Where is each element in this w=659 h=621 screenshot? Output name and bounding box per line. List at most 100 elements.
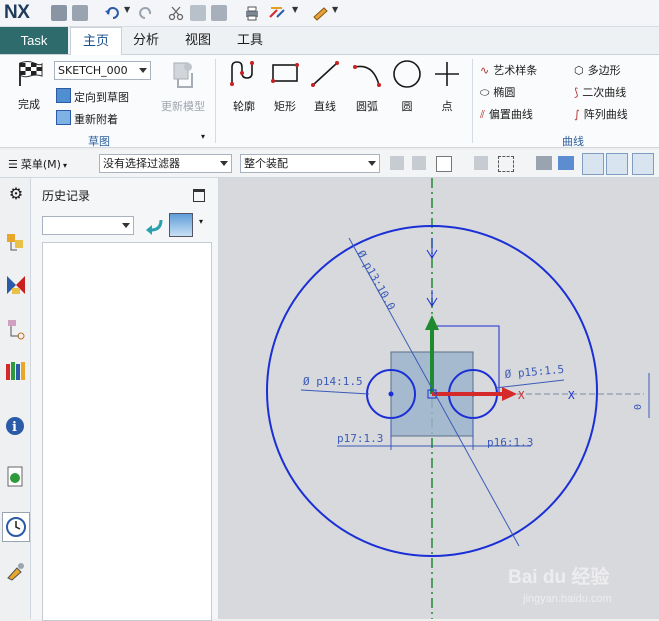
history-tab[interactable] xyxy=(2,512,30,542)
tab-task[interactable]: Task xyxy=(0,27,68,54)
update-model-button[interactable]: 更新模型 xyxy=(158,59,208,114)
chevron-down-icon xyxy=(220,161,228,166)
hide-icon[interactable] xyxy=(536,156,552,170)
undo-arrow-icon[interactable] xyxy=(143,216,165,239)
selection-scope-select[interactable]: 整个装配 xyxy=(240,154,380,173)
profile-button[interactable]: 轮廓 xyxy=(224,59,264,114)
save-all-icon[interactable] xyxy=(72,5,88,21)
sketch-canvas[interactable]: X X Ø p13:10.0 Ø p14:1.5 Ø p15:1.5 p17:1… xyxy=(219,178,659,619)
chevron-down-icon xyxy=(122,223,130,228)
touch-mode-icon[interactable] xyxy=(312,5,328,21)
role-icon[interactable] xyxy=(5,560,27,582)
ribbon-separator xyxy=(472,59,473,143)
reattach-label: 重新附着 xyxy=(74,113,118,126)
rectangle-label: 矩形 xyxy=(274,100,296,113)
gear-icon[interactable]: ⚙ xyxy=(5,184,27,206)
repeat-dropdown-icon[interactable]: ▼ xyxy=(292,5,308,21)
reattach-icon xyxy=(56,110,71,125)
show-icon[interactable] xyxy=(558,156,574,170)
type-filter-value: 没有选择过滤器 xyxy=(103,157,180,170)
redo-icon[interactable] xyxy=(138,5,154,21)
studio-spline-button[interactable]: ∿ 艺术样条 xyxy=(480,62,537,78)
line-button[interactable]: 直线 xyxy=(306,59,344,114)
arc-button[interactable]: 圆弧 xyxy=(348,59,386,114)
conic-icon: ⟆ xyxy=(574,86,579,99)
customize-qat-icon[interactable]: ▼ xyxy=(332,5,348,21)
save-icon[interactable] xyxy=(51,5,67,21)
snap-point-on-curve-icon[interactable] xyxy=(606,153,628,175)
selection-intent-icon[interactable] xyxy=(436,156,452,172)
rectangle-select-icon[interactable] xyxy=(498,156,514,172)
offset-curve-button[interactable]: ⫽ 偏置曲线 xyxy=(480,106,533,122)
orient-to-sketch-button[interactable]: 定向到草图 xyxy=(56,88,129,105)
info-icon[interactable]: i xyxy=(5,414,27,436)
sketch-name-select[interactable]: SKETCH_000 xyxy=(54,61,151,80)
constraint-navigator-icon[interactable] xyxy=(5,274,27,296)
update-model-label: 更新模型 xyxy=(161,100,205,113)
lasso-icon[interactable] xyxy=(474,156,488,170)
menu-button[interactable]: ☰ 菜单(M) ▾ xyxy=(8,156,67,172)
polygon-label: 多边形 xyxy=(587,64,621,77)
dimension-p17[interactable]: p17:1.3 xyxy=(337,432,383,445)
maximize-icon[interactable] xyxy=(193,189,205,202)
conic-button[interactable]: ⟆ 二次曲线 xyxy=(574,84,626,100)
tab-home[interactable]: 主页 xyxy=(70,27,122,55)
history-panel: 历史记录 ▾ xyxy=(31,178,219,621)
menu-icon: ☰ xyxy=(8,158,18,171)
type-filter-select[interactable]: 没有选择过滤器 xyxy=(99,154,232,173)
baidu-watermark: Bai du 经验 jingyan.baidu.com xyxy=(508,565,612,605)
chevron-down-icon xyxy=(368,161,376,166)
dimension-p16[interactable]: p16:1.3 xyxy=(487,436,533,449)
sketch-group-more-icon[interactable]: ▾ xyxy=(201,132,205,141)
snap-endpoint-icon[interactable] xyxy=(582,153,604,175)
repeat-command-icon[interactable] xyxy=(268,5,285,21)
clock-icon xyxy=(5,516,27,541)
ellipse-label: 椭圆 xyxy=(493,86,516,99)
pattern-curve-button[interactable]: ∫ 阵列曲线 xyxy=(574,106,628,122)
ellipse-button[interactable]: ⬭ 椭圆 xyxy=(480,84,515,100)
assembly-navigator-icon[interactable] xyxy=(5,230,27,252)
circle-button[interactable]: 圆 xyxy=(388,59,426,114)
line-icon xyxy=(306,59,344,92)
filter-settings-icon[interactable] xyxy=(412,156,426,170)
point-icon xyxy=(428,59,466,92)
nx-logo: NX xyxy=(4,2,30,23)
ellipse-icon: ⬭ xyxy=(480,86,490,99)
reattach-button[interactable]: 重新附着 xyxy=(56,110,118,127)
polygon-button[interactable]: ⬡ 多边形 xyxy=(574,62,621,78)
print-icon[interactable] xyxy=(244,5,260,21)
history-filter-select[interactable] xyxy=(42,216,134,235)
watermark-brand: Bai du 经验 xyxy=(508,565,610,588)
rectangle-button[interactable]: 矩形 xyxy=(266,59,304,114)
point-button[interactable]: 点 xyxy=(428,59,466,114)
reuse-library-icon[interactable] xyxy=(5,360,27,382)
dimension-p14[interactable]: Ø p14:1.5 xyxy=(303,375,363,388)
tab-view[interactable]: 视图 xyxy=(178,27,218,54)
arc-label: 圆弧 xyxy=(356,100,378,113)
image-icon[interactable] xyxy=(169,213,193,237)
finish-sketch-label: 完成 xyxy=(18,98,40,111)
history-list[interactable] xyxy=(42,242,212,621)
undo-icon[interactable] xyxy=(104,5,120,21)
offset-curve-icon: ⫽ xyxy=(480,108,485,121)
paste-icon[interactable] xyxy=(211,5,227,21)
finish-sketch-button[interactable]: 完成 xyxy=(10,59,48,112)
graphics-window[interactable]: X X Ø p13:10.0 Ø p14:1.5 Ø p15:1.5 p17:1… xyxy=(219,178,659,619)
tab-tools[interactable]: 工具 xyxy=(230,27,270,54)
dimension-p13[interactable]: Ø p13:10.0 xyxy=(354,248,397,312)
vertical-arrow-marker xyxy=(426,238,438,259)
update-model-icon xyxy=(158,59,208,92)
dimension-p15[interactable]: Ø p15:1.5 xyxy=(504,363,565,381)
snap-midpoint-icon[interactable] xyxy=(632,153,654,175)
chevron-down-icon[interactable]: ▾ xyxy=(199,217,203,226)
dimension-zero[interactable]: 0 xyxy=(633,404,644,410)
snap-settings-icon[interactable] xyxy=(390,156,404,170)
arc-icon xyxy=(348,59,386,92)
tab-analysis[interactable]: 分析 xyxy=(126,27,166,54)
cut-icon[interactable] xyxy=(168,5,184,21)
menu-label: 菜单(M) xyxy=(20,158,61,171)
y-axis-arrowhead xyxy=(425,315,439,330)
part-navigator-icon[interactable] xyxy=(5,318,27,340)
web-browser-icon[interactable] xyxy=(5,466,27,488)
copy-icon[interactable] xyxy=(190,5,206,21)
